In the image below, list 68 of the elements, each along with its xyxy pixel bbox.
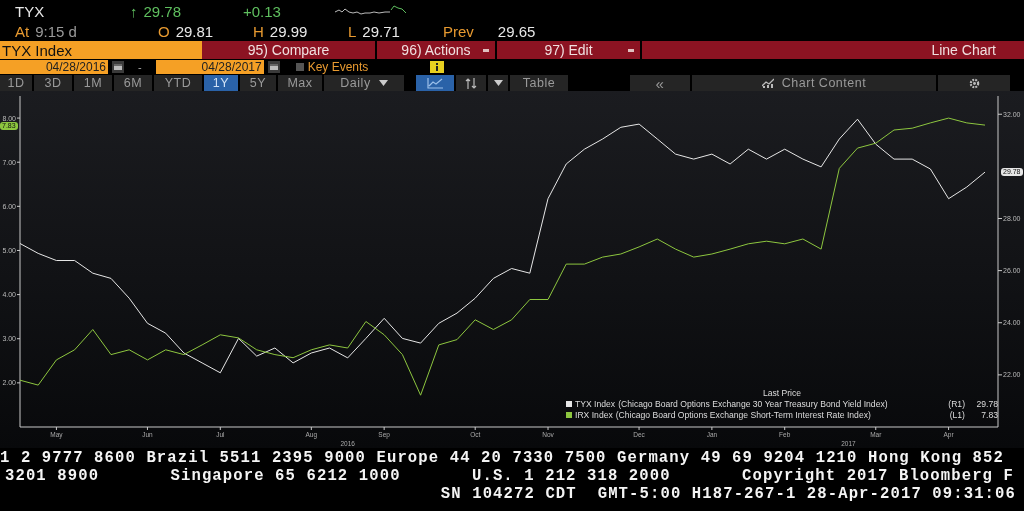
end-date-field[interactable]: 04/28/2017 xyxy=(155,60,264,74)
date-separator: - xyxy=(138,61,142,73)
contact-text: U.S. 1 212 318 2000 xyxy=(472,467,671,485)
open-price: 29.81 xyxy=(175,23,214,40)
checkbox[interactable] xyxy=(295,63,304,71)
menu-button[interactable]: 95) Compare xyxy=(202,41,375,59)
dropdown-icon[interactable] xyxy=(483,48,489,52)
legend-value: 7.83 xyxy=(980,409,998,420)
price-change: +0.13 xyxy=(243,2,281,20)
period-tab[interactable]: 5Y xyxy=(240,75,276,91)
table-button[interactable]: Table xyxy=(510,75,568,91)
legend-axis: (L1) xyxy=(949,409,965,420)
tool-button[interactable] xyxy=(488,75,508,91)
sparkline-drawing xyxy=(335,4,407,18)
dropdown-icon[interactable] xyxy=(628,48,634,52)
info-icon[interactable] xyxy=(430,61,445,73)
legend-title: Last Price xyxy=(762,387,802,398)
caret-icon xyxy=(378,80,388,86)
chart-type-menu[interactable]: Line Chart xyxy=(642,41,1024,59)
period-tab[interactable]: 3D xyxy=(34,75,72,91)
key-events-label: Key Events xyxy=(307,60,369,74)
collapse-button[interactable]: « xyxy=(630,75,690,91)
time-label: At xyxy=(15,23,30,40)
period-tab[interactable]: 1M xyxy=(74,75,112,91)
caret-icon xyxy=(493,80,503,86)
last-price: 29.78 xyxy=(143,2,182,20)
contact-text: 1 2 9777 8600 Brazil 5511 2395 9000 Europe 44 20 7330 7500 Germany 49 69 9204 1210 Hong Kong 852 xyxy=(0,449,1004,467)
legend-axis: (R1) xyxy=(948,398,965,409)
contact-text: Copyright 2017 Bloomberg F xyxy=(742,467,1014,485)
security-field[interactable]: TYX Index xyxy=(0,41,202,59)
calendar-icon[interactable] xyxy=(112,61,124,73)
menu-button[interactable]: 96) Actions xyxy=(377,41,495,59)
line-chart-icon xyxy=(427,77,443,89)
contact-text: 3201 8900 xyxy=(5,467,100,485)
open-label: O xyxy=(158,23,170,40)
period-tab[interactable]: 6M xyxy=(114,75,152,91)
calendar-icon[interactable] xyxy=(267,61,280,73)
legend-label: TYX Index xyxy=(575,398,616,409)
legend-swatch xyxy=(566,400,572,407)
high-label: H xyxy=(253,23,264,40)
legend-swatch xyxy=(566,411,572,418)
chart-icon xyxy=(761,78,774,88)
chart-content-button[interactable]: Chart Content xyxy=(692,75,936,91)
quote-time: 9:15 d xyxy=(35,23,77,40)
high-price: 29.99 xyxy=(269,23,308,40)
low-price: 29.71 xyxy=(362,23,400,40)
arrow-icon: ↑ xyxy=(130,2,138,20)
period-tab[interactable]: YTD xyxy=(154,75,202,91)
menu-button[interactable]: 97) Edit xyxy=(497,41,640,59)
settings-icon xyxy=(968,77,980,89)
prev-label: Prev xyxy=(443,23,474,40)
prev-price: 29.65 xyxy=(497,23,536,40)
frequency-dropdown[interactable]: Daily xyxy=(324,75,404,91)
contact-text: SN 104272 CDT GMT-5:00 H187-267-1 28-Apr-2017 09:31:06 xyxy=(440,485,1016,503)
legend-value: 29.78 xyxy=(975,398,998,409)
start-date-field[interactable]: 04/28/2016 xyxy=(0,60,108,74)
legend-label: IRX Index xyxy=(575,409,613,420)
low-label: L xyxy=(348,23,357,40)
period-tab[interactable]: 1Y xyxy=(204,75,238,91)
legend-description: (Chicago Board Options Exchange 30 Year Treasury Bond Yield Index) xyxy=(618,398,889,409)
arrows-icon xyxy=(465,77,477,89)
ticker-symbol: TYX xyxy=(15,2,45,20)
period-tab[interactable]: 1D xyxy=(0,75,32,91)
tool-button[interactable] xyxy=(456,75,486,91)
contact-text: Singapore 65 6212 1000 xyxy=(170,467,401,485)
period-tab[interactable]: Max xyxy=(278,75,322,91)
legend-description: (Chicago Board Options Exchange Short-Term Interest Rate Index) xyxy=(615,409,872,420)
settings-button[interactable] xyxy=(938,75,1010,91)
